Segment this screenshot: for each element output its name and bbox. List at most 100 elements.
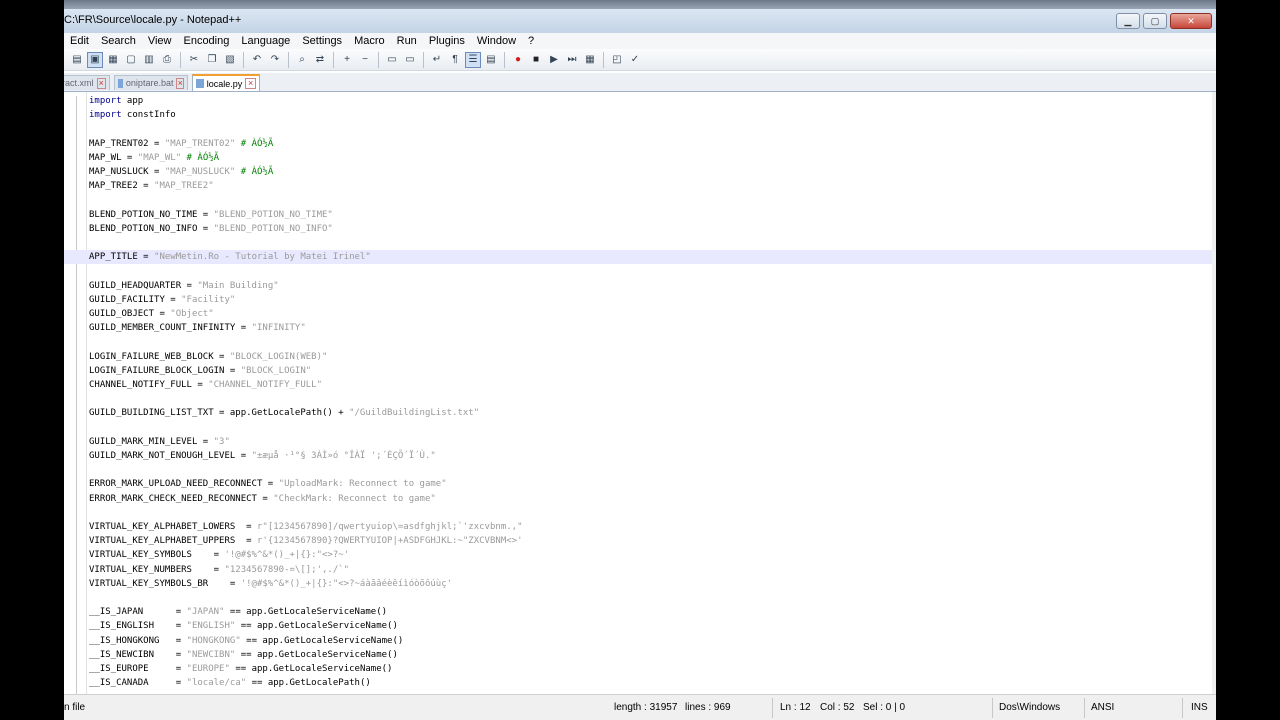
- code-editor[interactable]: import app import constInfo MAP_TRENT02 = …: [64, 92, 1216, 694]
- code-line[interactable]: GUILD_MARK_MIN_LEVEL = "3": [64, 435, 1212, 449]
- save-icon[interactable]: ▣: [87, 51, 103, 68]
- code-line[interactable]: GUILD_OBJECT = "Object": [64, 307, 1212, 321]
- code-line[interactable]: __IS_ENGLISH = "ENGLISH" == app.GetLocal…: [64, 619, 1212, 633]
- vertical-scrollbar[interactable]: [1212, 92, 1216, 694]
- code-token: APP_TITLE =: [89, 252, 155, 263]
- code-line[interactable]: LOGIN_FAILURE_WEB_BLOCK = "BLOCK_LOGIN(W…: [64, 350, 1212, 364]
- code-line[interactable]: ERROR_MARK_CHECK_NEED_RECONNECT = "Check…: [64, 492, 1212, 506]
- code-token: VIRTUAL_KEY_SYMBOLS =: [89, 550, 225, 561]
- code-line[interactable]: [64, 335, 1212, 349]
- code-line[interactable]: [64, 506, 1212, 520]
- code-line[interactable]: MAP_WL = "MAP_WL" # ÀÓ½Ã: [64, 151, 1212, 165]
- indent-guide-icon[interactable]: ☰: [465, 51, 481, 68]
- code-line[interactable]: __IS_JAPAN = "JAPAN" == app.GetLocaleSer…: [64, 605, 1212, 619]
- code-line[interactable]: BLEND_POTION_NO_TIME = "BLEND_POTION_NO_…: [64, 208, 1212, 222]
- redo-icon[interactable]: ↷: [268, 53, 282, 67]
- zoom-out-icon[interactable]: −: [358, 53, 372, 67]
- tab-close-icon[interactable]: ×: [176, 77, 184, 89]
- find-icon[interactable]: ⌕: [295, 53, 309, 67]
- code-line[interactable]: VIRTUAL_KEY_ALPHABET_UPPERS = r'{1234567…: [64, 534, 1212, 548]
- code-line[interactable]: VIRTUAL_KEY_NUMBERS = "1234567890-=\[];'…: [64, 563, 1212, 577]
- menu-search[interactable]: Search: [95, 33, 142, 49]
- menu-run[interactable]: Run: [391, 33, 423, 49]
- code-line[interactable]: __IS_HONGKONG = "HONGKONG" == app.GetLoc…: [64, 634, 1212, 648]
- plugin-icon[interactable]: ◰: [610, 53, 624, 67]
- fold-icon[interactable]: ▤: [484, 53, 498, 67]
- menu-macro[interactable]: Macro: [348, 33, 391, 49]
- code-line[interactable]: [64, 421, 1212, 435]
- undo-icon[interactable]: ↶: [250, 53, 264, 67]
- code-line[interactable]: [64, 264, 1212, 278]
- menu-plugins[interactable]: Plugins: [423, 33, 471, 49]
- code-line[interactable]: MAP_TRENT02 = "MAP_TRENT02" # ÀÓ½Ã: [64, 137, 1212, 151]
- code-line[interactable]: GUILD_BUILDING_LIST_TXT = app.GetLocaleP…: [64, 406, 1212, 420]
- play-icon[interactable]: ▶: [547, 53, 561, 67]
- menu-settings[interactable]: Settings: [296, 33, 348, 49]
- title-bar[interactable]: C:\FR\Source\locale.py - Notepad++ ▁ ▢ ✕: [64, 9, 1216, 34]
- code-token: ERROR_MARK_CHECK_NEED_RECONNECT =: [89, 493, 274, 504]
- save-macro-icon[interactable]: ▦: [583, 53, 597, 67]
- menu-language[interactable]: Language: [235, 33, 296, 49]
- play-multi-icon[interactable]: ⏭: [565, 53, 579, 67]
- status-mode: INS: [1191, 702, 1208, 713]
- paste-icon[interactable]: ▧: [223, 53, 237, 67]
- menu-help[interactable]: ?: [522, 33, 540, 49]
- maximize-button[interactable]: ▢: [1143, 13, 1167, 29]
- tab-locale-py[interactable]: locale.py ×: [192, 74, 260, 91]
- save-all-icon[interactable]: ▦: [106, 53, 120, 67]
- code-line[interactable]: __IS_CANADA = "locale/ca" == app.GetLoca…: [64, 676, 1212, 690]
- spellcheck-icon[interactable]: ✓: [628, 53, 642, 67]
- show-all-icon[interactable]: ¶: [448, 53, 462, 67]
- tab-ract-xml[interactable]: ract.xml ×: [64, 75, 110, 90]
- tab-oniptare-bat[interactable]: oniptare.bat ×: [114, 75, 188, 90]
- code-line[interactable]: [64, 463, 1212, 477]
- print-icon[interactable]: ⎙: [160, 53, 174, 67]
- replace-icon[interactable]: ⇄: [313, 53, 327, 67]
- wrap-icon[interactable]: ↵: [430, 53, 444, 67]
- close-all-icon[interactable]: ▥: [142, 53, 156, 67]
- code-line[interactable]: [64, 236, 1212, 250]
- code-line[interactable]: MAP_TREE2 = "MAP_TREE2": [64, 179, 1212, 193]
- code-line[interactable]: VIRTUAL_KEY_SYMBOLS = '!@#$%^&*()_+|{}:"…: [64, 548, 1212, 562]
- code-line[interactable]: [64, 591, 1212, 605]
- code-token: "Facility": [181, 294, 236, 305]
- sync-v-icon[interactable]: ▭: [385, 53, 399, 67]
- code-line[interactable]: import app: [64, 94, 1212, 108]
- code-line[interactable]: __IS_NEWCIBN = "NEWCIBN" == app.GetLocal…: [64, 648, 1212, 662]
- code-line[interactable]: GUILD_HEADQUARTER = "Main Building": [64, 279, 1212, 293]
- code-token: GUILD_MARK_MIN_LEVEL =: [89, 436, 214, 447]
- code-line[interactable]: MAP_NUSLUCK = "MAP_NUSLUCK" # ÀÓ½Ã: [64, 165, 1212, 179]
- tab-close-icon[interactable]: ×: [96, 77, 106, 89]
- menu-view[interactable]: View: [142, 33, 178, 49]
- code-line[interactable]: GUILD_FACILITY = "Facility": [64, 293, 1212, 307]
- close-icon[interactable]: ▢: [124, 53, 138, 67]
- record-icon[interactable]: ●: [511, 53, 525, 67]
- code-line[interactable]: import constInfo: [64, 108, 1212, 122]
- code-line[interactable]: GUILD_MEMBER_COUNT_INFINITY = "INFINITY": [64, 321, 1212, 335]
- menu-encoding[interactable]: Encoding: [177, 33, 235, 49]
- stop-icon[interactable]: ■: [529, 53, 543, 67]
- menu-edit[interactable]: Edit: [64, 33, 95, 49]
- sync-h-icon[interactable]: ▭: [403, 53, 417, 67]
- minimize-button[interactable]: ▁: [1116, 13, 1140, 29]
- code-line[interactable]: [64, 122, 1212, 136]
- menu-window[interactable]: Window: [471, 33, 522, 49]
- code-line[interactable]: APP_TITLE = "NewMetin.Ro - Tutorial by M…: [64, 250, 1212, 265]
- code-line[interactable]: BLEND_POTION_NO_INFO = "BLEND_POTION_NO_…: [64, 222, 1212, 236]
- close-button[interactable]: ✕: [1170, 13, 1212, 29]
- code-line[interactable]: LOGIN_FAILURE_BLOCK_LOGIN = "BLOCK_LOGIN…: [64, 364, 1212, 378]
- code-line[interactable]: CHANNEL_NOTIFY_FULL = "CHANNEL_NOTIFY_FU…: [64, 378, 1212, 392]
- code-line[interactable]: ERROR_MARK_UPLOAD_NEED_RECONNECT = "Uplo…: [64, 477, 1212, 491]
- zoom-in-icon[interactable]: +: [340, 53, 354, 67]
- code-token: __IS_CANADA =: [89, 678, 187, 689]
- cut-icon[interactable]: ✂: [187, 53, 201, 67]
- open-icon[interactable]: ▤: [70, 53, 84, 67]
- code-line[interactable]: VIRTUAL_KEY_SYMBOLS_BR = '!@#$%^&*()_+|{…: [64, 577, 1212, 591]
- code-line[interactable]: GUILD_MARK_NOT_ENOUGH_LEVEL = "±æµå ·¹°§…: [64, 449, 1212, 463]
- copy-icon[interactable]: ❐: [205, 53, 219, 67]
- code-line[interactable]: [64, 193, 1212, 207]
- code-line[interactable]: VIRTUAL_KEY_ALPHABET_LOWERS = r"[1234567…: [64, 520, 1212, 534]
- code-line[interactable]: [64, 392, 1212, 406]
- code-line[interactable]: __IS_EUROPE = "EUROPE" == app.GetLocaleS…: [64, 662, 1212, 676]
- tab-close-icon[interactable]: ×: [245, 78, 256, 89]
